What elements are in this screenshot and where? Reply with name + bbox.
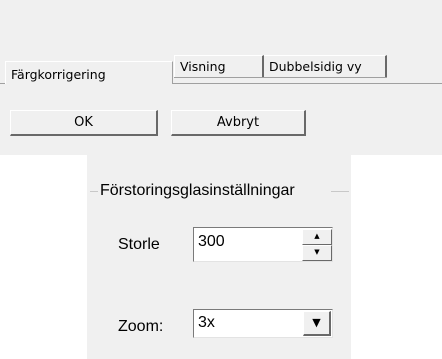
- cancel-button-label: Avbryt: [216, 115, 260, 130]
- zoom-label: Zoom:: [118, 318, 164, 335]
- tab-label: Dubbelsidig vy: [269, 59, 362, 74]
- ok-button[interactable]: OK: [10, 110, 158, 136]
- tab-visning[interactable]: Visning: [174, 55, 264, 78]
- group-border-right: [331, 191, 349, 192]
- tab-label: Färgkorrigering: [11, 67, 106, 82]
- size-label: Storle: [118, 236, 160, 253]
- chevron-down-icon: ▼: [312, 316, 321, 329]
- tab-label: Visning: [180, 59, 226, 74]
- tab-fargkorrigering[interactable]: Färgkorrigering: [5, 61, 173, 84]
- zoom-dropdown-button[interactable]: ▼: [303, 311, 331, 336]
- tab-dubbelsidig-vy[interactable]: Dubbelsidig vy: [263, 55, 387, 78]
- spin-down-button[interactable]: ▼: [302, 245, 332, 261]
- size-input-value: 300: [198, 233, 225, 250]
- zoom-select-value: 3x: [198, 314, 215, 331]
- cancel-button[interactable]: Avbryt: [171, 110, 306, 136]
- magnifier-group-title: Förstoringsglasinställningar: [98, 182, 297, 200]
- spin-up-button[interactable]: ▲: [302, 229, 332, 245]
- ok-button-label: OK: [74, 115, 93, 130]
- spin-down-icon: ▼: [314, 248, 320, 256]
- spin-up-icon: ▲: [314, 232, 320, 240]
